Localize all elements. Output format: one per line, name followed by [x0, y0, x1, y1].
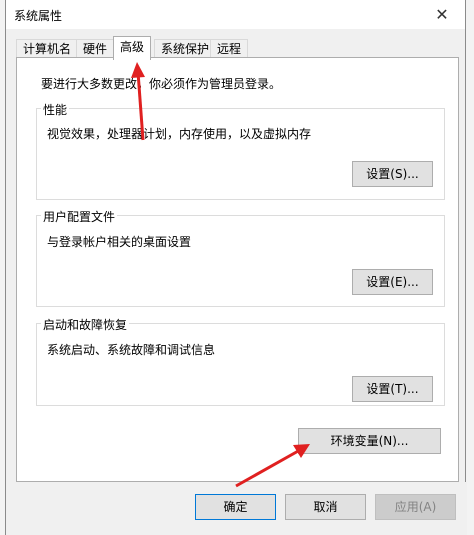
tab-hardware[interactable]: 硬件 — [76, 39, 115, 59]
user-profiles-settings-button[interactable]: 设置(E)... — [352, 269, 433, 295]
close-icon[interactable]: ✕ — [419, 0, 465, 29]
user-profiles-group: 用户配置文件 与登录帐户相关的桌面设置 设置(E)... — [36, 208, 445, 307]
apply-button[interactable]: 应用(A) — [375, 494, 456, 520]
cancel-button[interactable]: 取消 — [285, 494, 366, 520]
admin-notice: 要进行大多数更改，你必须作为管理员登录。 — [41, 77, 282, 91]
dialog-button-bar: 确定 取消 应用(A) — [6, 482, 467, 535]
advanced-tab-panel: 要进行大多数更改，你必须作为管理员登录。 性能 视觉效果，处理器计划，内存使用，… — [16, 57, 459, 482]
performance-group: 性能 视觉效果，处理器计划，内存使用，以及虚拟内存 设置(S)... — [36, 101, 445, 200]
ok-button[interactable]: 确定 — [195, 494, 276, 520]
startup-recovery-group: 启动和故障恢复 系统启动、系统故障和调试信息 设置(T)... — [36, 316, 445, 406]
window-title: 系统属性 — [14, 9, 63, 23]
tab-system-protection[interactable]: 系统保护 — [154, 39, 217, 59]
tab-remote[interactable]: 远程 — [210, 39, 249, 59]
performance-title: 性能 — [41, 101, 70, 118]
title-bar: 系统属性 ✕ — [6, 0, 465, 29]
environment-variables-button[interactable]: 环境变量(N)... — [298, 428, 441, 454]
system-properties-dialog: 系统属性 ✕ 计算机名 硬件 高级 系统保护 远程 要进行大多数更改，你必须作为… — [5, 0, 467, 535]
tab-computer-name[interactable]: 计算机名 — [16, 39, 79, 59]
startup-recovery-desc: 系统启动、系统故障和调试信息 — [47, 343, 216, 357]
startup-recovery-title: 启动和故障恢复 — [41, 316, 130, 333]
performance-settings-button[interactable]: 设置(S)... — [352, 161, 433, 187]
user-profiles-desc: 与登录帐户相关的桌面设置 — [47, 235, 192, 249]
user-profiles-title: 用户配置文件 — [41, 208, 118, 225]
startup-recovery-settings-button[interactable]: 设置(T)... — [352, 376, 433, 402]
performance-desc: 视觉效果，处理器计划，内存使用，以及虚拟内存 — [47, 127, 312, 141]
tab-advanced[interactable]: 高级 — [113, 36, 152, 60]
